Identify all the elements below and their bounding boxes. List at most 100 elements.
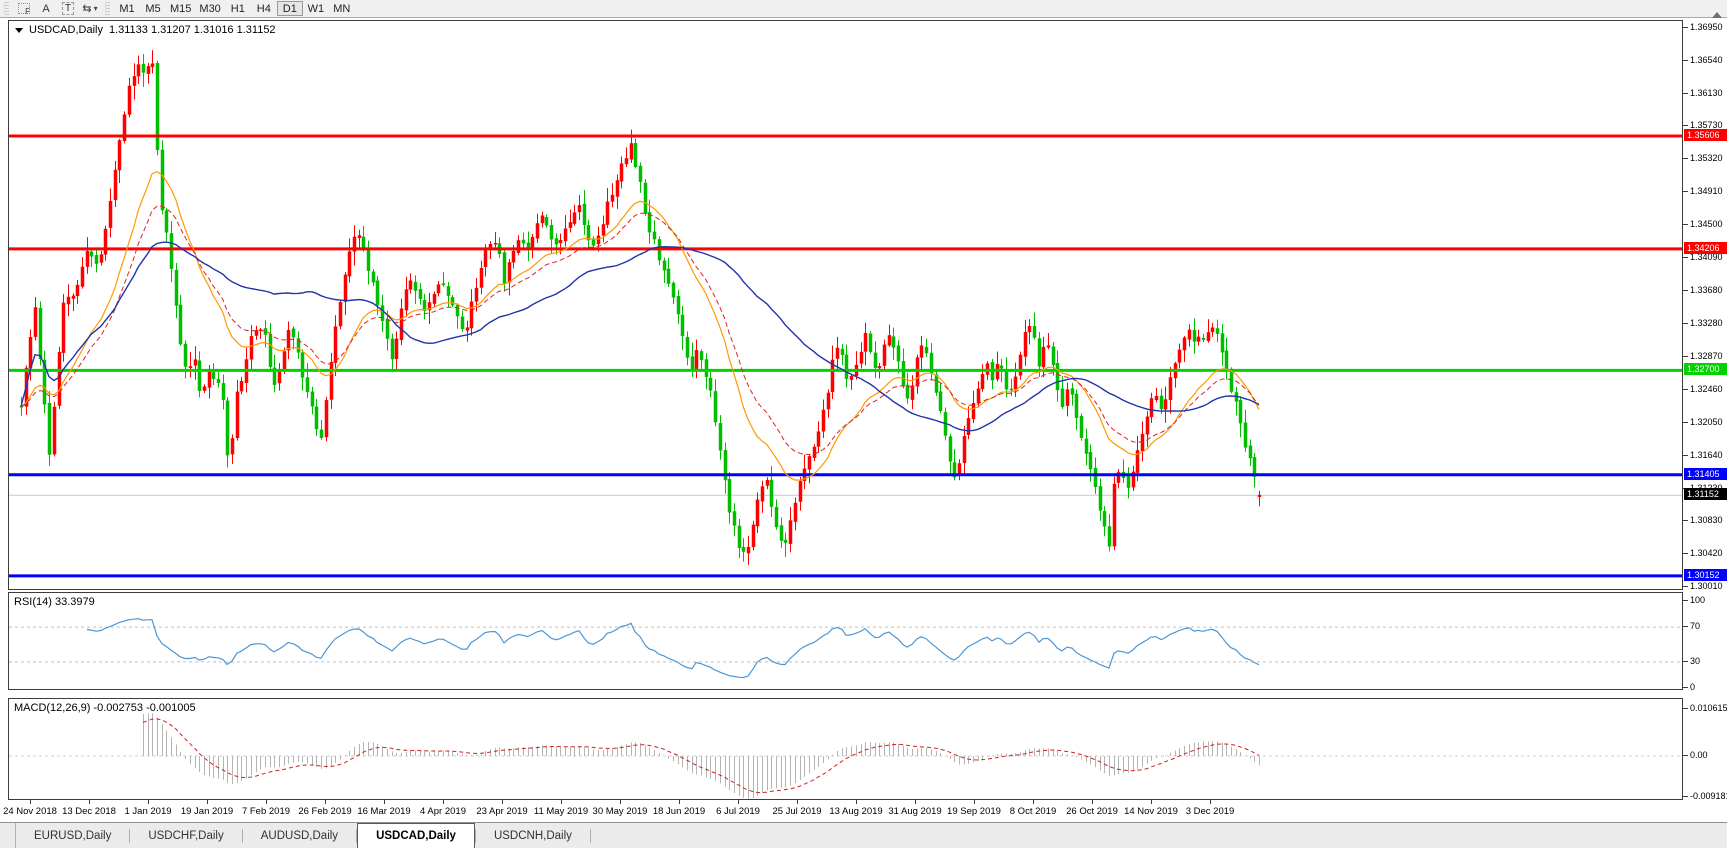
chart-tab-usdcnh[interactable]: USDCNH,Daily: [476, 823, 590, 848]
timeframe-button-mn[interactable]: MN: [329, 1, 355, 16]
price-tick-label: 1.32050: [1690, 416, 1723, 427]
current-price-badge: 1.31152: [1684, 488, 1727, 501]
chart-tab-usdchf[interactable]: USDCHF,Daily: [130, 823, 241, 848]
toolbar-grip[interactable]: [105, 2, 110, 15]
macd-panel[interactable]: MACD(12,26,9) -0.002753 -0.001005: [8, 698, 1683, 800]
axis-tick: [1683, 388, 1688, 390]
price-tick-label: 1.33280: [1690, 317, 1723, 328]
price-tick-label: 1.30010: [1690, 581, 1723, 592]
price-tick-label: 1.36540: [1690, 54, 1723, 65]
annotate-tool-icon[interactable]: A: [37, 1, 55, 16]
timeframe-button-m30[interactable]: M30: [195, 1, 224, 16]
date-tick: [974, 800, 975, 804]
rsi-tick-label: 30: [1690, 655, 1701, 666]
chart-symbol: USDCAD,Daily: [29, 24, 103, 36]
date-label: 6 Jul 2019: [716, 806, 760, 817]
axis-tick: [1683, 224, 1688, 226]
date-label: 4 Apr 2019: [420, 806, 466, 817]
date-tick: [1092, 800, 1093, 804]
date-label: 26 Oct 2019: [1066, 806, 1118, 817]
rsi-label: RSI(14) 33.3979: [14, 596, 95, 608]
price-tick-label: 1.33680: [1690, 285, 1723, 296]
level-price-badge: 1.34206: [1684, 241, 1727, 254]
date-label: 1 Jan 2019: [124, 806, 172, 817]
date-label: 23 Apr 2019: [476, 806, 528, 817]
chart-title: USDCAD,Daily 1.31133 1.31207 1.31016 1.3…: [15, 24, 276, 36]
timeframe-button-h1[interactable]: H1: [225, 1, 251, 16]
date-tick: [89, 800, 90, 804]
price-axis[interactable]: 1.36950 1.36540 1.36130 1.35730 1.35320 1.349…: [1683, 20, 1727, 822]
chart-tab-audusd[interactable]: AUDUSD,Daily: [243, 823, 356, 848]
axis-tick: [1683, 795, 1688, 797]
date-label: 7 Feb 2019: [241, 806, 291, 817]
date-tick: [266, 800, 267, 804]
date-tick: [1033, 800, 1034, 804]
date-label: 14 Nov 2019: [1124, 806, 1178, 817]
cycle-tool-icon[interactable]: ⇆ ▾: [81, 1, 99, 16]
date-tick: [738, 800, 739, 804]
axis-tick: [1683, 92, 1688, 94]
scroll-marker-icon[interactable]: [1712, 12, 1722, 18]
chart-tab-usdcad[interactable]: USDCAD,Daily: [357, 823, 475, 848]
level-price-badge: 1.31405: [1684, 467, 1727, 480]
price-tick-label: 1.32460: [1690, 383, 1723, 394]
level-price-badge: 1.35606: [1684, 129, 1727, 141]
date-tick: [384, 800, 385, 804]
timeframe-group: M1 M5 M15 M30 H1 H4 D1 W1 MN: [114, 1, 355, 16]
axis-tick: [1683, 626, 1688, 628]
macd-tick-label: 0.00: [1690, 750, 1708, 760]
date-tick: [30, 800, 31, 804]
date-label: 26 Feb 2019: [298, 806, 352, 817]
timeframe-button-h4[interactable]: H4: [251, 1, 277, 16]
date-tick: [679, 800, 680, 804]
date-label: 13 Dec 2018: [62, 806, 116, 817]
timeframe-button-w1[interactable]: W1: [303, 1, 329, 16]
date-tick: [148, 800, 149, 804]
axis-tick: [1683, 355, 1688, 357]
date-tick: [443, 800, 444, 804]
date-label: 18 Jun 2019: [652, 806, 706, 817]
axis-tick: [1683, 600, 1688, 601]
axis-tick: [1683, 322, 1688, 324]
date-label: 30 May 2019: [592, 806, 648, 817]
date-axis[interactable]: 24 Nov 2018 13 Dec 2018 1 Jan 2019 19 Jan 2…: [3, 800, 1683, 822]
price-tick-label: 1.36130: [1690, 87, 1723, 98]
axis-tick: [1683, 520, 1688, 522]
axis-tick: [1683, 421, 1688, 423]
macd-plot: [9, 713, 1682, 799]
chart-tab-eurusd[interactable]: EURUSD,Daily: [16, 823, 129, 848]
price-tick-label: 1.30830: [1690, 515, 1723, 526]
text-tool-icon[interactable]: T: [59, 1, 77, 16]
axis-tick: [1683, 755, 1688, 756]
date-label: 11 May 2019: [533, 806, 589, 817]
rsi-tick-label: 100: [1690, 595, 1706, 605]
timeframe-button-m5[interactable]: M5: [140, 1, 166, 16]
chevron-down-icon: ▾: [93, 4, 98, 13]
toolbar: F A T ⇆ ▾ M1 M5 M15 M30 H1 H4 D1 W1 MN: [0, 0, 1727, 18]
timeframe-button-d1[interactable]: D1: [276, 1, 303, 16]
timeframe-button-m1[interactable]: M1: [114, 1, 140, 16]
rsi-panel[interactable]: RSI(14) 33.3979: [8, 592, 1683, 690]
date-tick: [325, 800, 326, 804]
rsi-tick-label: 70: [1690, 621, 1701, 632]
date-label: 16 Mar 2019: [357, 806, 411, 817]
grid-tool-icon[interactable]: F: [15, 1, 33, 16]
price-tick-label: 1.31640: [1690, 449, 1723, 460]
axis-tick: [1683, 59, 1688, 61]
mt4-window: F A T ⇆ ▾ M1 M5 M15 M30 H1 H4 D1 W1 MN USDCAD,Da…: [0, 0, 1727, 848]
collapse-triangle-icon[interactable]: [15, 27, 23, 33]
axis-tick: [1683, 26, 1688, 28]
price-tick-label: 1.32870: [1690, 350, 1723, 361]
level-price-badge: 1.32700: [1684, 363, 1727, 376]
price-tick-label: 1.30420: [1690, 548, 1723, 559]
date-tick: [915, 800, 916, 804]
rsi-plot: [9, 617, 1682, 679]
toolbar-grip[interactable]: [4, 2, 9, 15]
price-tick-label: 1.36950: [1690, 21, 1723, 32]
price-tick-label: 1.34500: [1690, 219, 1723, 230]
axis-tick: [1683, 454, 1688, 456]
price-chart-panel[interactable]: USDCAD,Daily 1.31133 1.31207 1.31016 1.3…: [8, 20, 1683, 590]
axis-tick: [1683, 586, 1688, 588]
date-tick: [1210, 800, 1211, 804]
timeframe-button-m15[interactable]: M15: [166, 1, 195, 16]
